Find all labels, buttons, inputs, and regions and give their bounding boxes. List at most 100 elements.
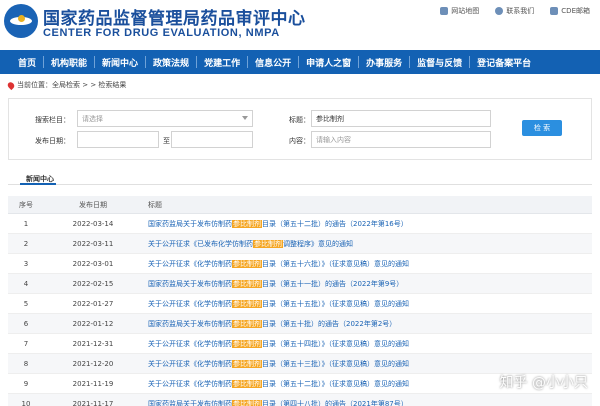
nav-divider bbox=[94, 56, 96, 68]
row-number: 6 bbox=[23, 319, 29, 328]
breadcrumb-text[interactable]: 当前位置：全局检索 > > 检索结果 bbox=[17, 80, 126, 90]
title-prefix: 关于公开征求《化学仿制药 bbox=[148, 299, 232, 308]
row-title-link[interactable]: 国家药监局关于发布仿制药参比制剂目录（第五十批）的通告（2022年第2号） bbox=[142, 319, 592, 329]
title-suffix: 调整程序》意见的通知 bbox=[283, 239, 353, 248]
row-number: 5 bbox=[23, 299, 29, 308]
title-suffix: 目录（第五十二批）》（征求意见稿）意见的通知 bbox=[262, 379, 409, 388]
table-header-row: 序号 发布日期 标题 bbox=[8, 196, 592, 214]
nav-item-news[interactable]: 新闻中心 bbox=[102, 50, 138, 74]
header-date: 发布日期 bbox=[79, 200, 107, 209]
title-label: 标题： bbox=[289, 116, 310, 124]
contact-label: 联系我们 bbox=[506, 7, 535, 15]
title-prefix: 国家药监局关于发布仿制药 bbox=[148, 219, 232, 228]
title-prefix: 国家药监局关于发布仿制药 bbox=[148, 399, 232, 406]
nav-divider bbox=[298, 56, 300, 68]
title-suffix: 目录（第五十三批）》（征求意见稿）意见的通知 bbox=[262, 359, 409, 368]
search-highlight: 参比制剂 bbox=[232, 259, 262, 268]
row-title-link[interactable]: 关于公开征求《化学仿制药参比制剂目录（第五十四批）》（征求意见稿）意见的通知 bbox=[142, 339, 592, 349]
row-date: 2021-11-17 bbox=[72, 399, 114, 406]
nav-spacer bbox=[10, 56, 11, 68]
row-date: 2021-12-20 bbox=[72, 359, 114, 368]
header-no: 序号 bbox=[19, 200, 33, 209]
title-prefix: 关于公开征求《化学仿制药 bbox=[148, 379, 232, 388]
column-select-value: 请选择 bbox=[82, 114, 103, 123]
nav-divider bbox=[43, 56, 45, 68]
nav-divider bbox=[469, 56, 471, 68]
nav-item-applicant[interactable]: 申请人之窗 bbox=[306, 50, 351, 74]
row-date: 2022-03-11 bbox=[72, 239, 114, 248]
row-title-link[interactable]: 关于公开征求《已发布化学仿制药参比制剂调整程序》意见的通知 bbox=[142, 239, 592, 249]
end-date-input[interactable] bbox=[171, 131, 253, 148]
row-number: 4 bbox=[23, 279, 29, 288]
nav-divider bbox=[196, 56, 198, 68]
nav-divider bbox=[358, 56, 360, 68]
main-nav: 首页 机构职能 新闻中心 政策法规 党建工作 信息公开 申请人之窗 办事服务 监… bbox=[0, 50, 600, 74]
nav-divider bbox=[409, 56, 411, 68]
cde-logo[interactable] bbox=[4, 4, 38, 38]
news-section-header: 新闻中心 bbox=[8, 172, 592, 186]
title-suffix: 目录（第五十二批）的通告（2022年第16号） bbox=[262, 219, 408, 228]
row-number: 7 bbox=[23, 339, 29, 348]
date-separator: 至 bbox=[163, 137, 170, 145]
nav-item-functions[interactable]: 机构职能 bbox=[51, 50, 87, 74]
row-date: 2022-01-27 bbox=[72, 299, 114, 308]
site-name-en: CENTER FOR DRUG EVALUATION, NMPA bbox=[43, 27, 280, 39]
table-row: 8 2021-12-20 关于公开征求《化学仿制药参比制剂目录（第五十三批）》（征求… bbox=[8, 354, 592, 374]
nav-item-disclosure[interactable]: 信息公开 bbox=[255, 50, 291, 74]
nav-item-home[interactable]: 首页 bbox=[18, 50, 36, 74]
section-accent-bar bbox=[20, 183, 56, 185]
title-input-value: 参比制剂 bbox=[316, 114, 344, 123]
nav-item-registration[interactable]: 登记备案平台 bbox=[477, 50, 531, 74]
search-highlight: 参比制剂 bbox=[232, 359, 262, 368]
title-prefix: 关于公开征求《化学仿制药 bbox=[148, 339, 232, 348]
row-title-link[interactable]: 国家药监局关于发布仿制药参比制剂目录（第五十一批）的通告（2022年第9号） bbox=[142, 279, 592, 289]
site-header: 国家药品监督管理局药品审评中心 CENTER FOR DRUG EVALUATI… bbox=[0, 0, 600, 48]
column-select[interactable]: 请选择 bbox=[77, 110, 253, 127]
row-date: 2022-02-15 bbox=[72, 279, 114, 288]
row-date: 2022-03-01 bbox=[72, 259, 114, 268]
row-date: 2022-01-12 bbox=[72, 319, 114, 328]
title-prefix: 国家药监局关于发布仿制药 bbox=[148, 279, 232, 288]
title-suffix: 目录（第五十六批）》（征求意见稿）意见的通知 bbox=[262, 259, 409, 268]
contact-link[interactable]: 联系我们 bbox=[495, 6, 534, 16]
table-row: 7 2021-12-31 关于公开征求《化学仿制药参比制剂目录（第五十四批）》（征求… bbox=[8, 334, 592, 354]
row-number: 9 bbox=[23, 379, 29, 388]
search-highlight: 参比制剂 bbox=[232, 299, 262, 308]
mail-link[interactable]: CDE邮箱 bbox=[550, 6, 590, 16]
row-number: 8 bbox=[23, 359, 29, 368]
row-number: 3 bbox=[23, 259, 29, 268]
title-input[interactable]: 参比制剂 bbox=[311, 110, 491, 127]
table-row: 5 2022-01-27 关于公开征求《化学仿制药参比制剂目录（第五十五批）》（征求… bbox=[8, 294, 592, 314]
table-row: 1 2022-03-14 国家药监局关于发布仿制药参比制剂目录（第五十二批）的通告（… bbox=[8, 214, 592, 234]
nav-item-party[interactable]: 党建工作 bbox=[204, 50, 240, 74]
search-button[interactable]: 检 索 bbox=[522, 120, 562, 136]
sitemap-icon bbox=[440, 7, 449, 15]
nav-item-services[interactable]: 办事服务 bbox=[366, 50, 402, 74]
row-title-link[interactable]: 国家药监局关于发布仿制药参比制剂目录（第四十八批）的通告（2021年第87号） bbox=[142, 399, 592, 406]
mail-icon bbox=[550, 7, 559, 15]
title-prefix: 关于公开征求《化学仿制药 bbox=[148, 359, 232, 368]
sitemap-link[interactable]: 网站地图 bbox=[440, 6, 479, 16]
table-row: 6 2022-01-12 国家药监局关于发布仿制药参比制剂目录（第五十批）的通告（2… bbox=[8, 314, 592, 334]
content-input[interactable]: 请输入内容 bbox=[311, 131, 491, 148]
site-name-cn[interactable]: 国家药品监督管理局药品审评中心 bbox=[43, 4, 306, 29]
contact-icon bbox=[495, 7, 504, 15]
row-date: 2022-03-14 bbox=[72, 219, 114, 228]
row-title-link[interactable]: 国家药监局关于发布仿制药参比制剂目录（第五十二批）的通告（2022年第16号） bbox=[142, 219, 592, 229]
nav-item-feedback[interactable]: 监督与反馈 bbox=[417, 50, 462, 74]
nav-item-policy[interactable]: 政策法规 bbox=[153, 50, 189, 74]
search-highlight: 参比制剂 bbox=[232, 399, 262, 406]
title-suffix: 目录（第五十批）的通告（2022年第2号） bbox=[262, 319, 397, 328]
row-title-link[interactable]: 关于公开征求《化学仿制药参比制剂目录（第五十三批）》（征求意见稿）意见的通知 bbox=[142, 359, 592, 369]
logo-emblem bbox=[18, 15, 25, 22]
row-title-link[interactable]: 关于公开征求《化学仿制药参比制剂目录（第五十六批）》（征求意见稿）意见的通知 bbox=[142, 259, 592, 269]
search-highlight: 参比制剂 bbox=[232, 319, 262, 328]
chevron-down-icon bbox=[242, 116, 248, 120]
start-date-input[interactable] bbox=[77, 131, 159, 148]
row-number: 2 bbox=[23, 239, 29, 248]
content-label: 内容： bbox=[289, 137, 310, 145]
title-prefix: 关于公开征求《化学仿制药 bbox=[148, 259, 232, 268]
row-title-link[interactable]: 关于公开征求《化学仿制药参比制剂目录（第五十五批）》（征求意见稿）意见的通知 bbox=[142, 299, 592, 309]
section-divider bbox=[8, 184, 592, 185]
mail-label: CDE邮箱 bbox=[561, 7, 590, 15]
